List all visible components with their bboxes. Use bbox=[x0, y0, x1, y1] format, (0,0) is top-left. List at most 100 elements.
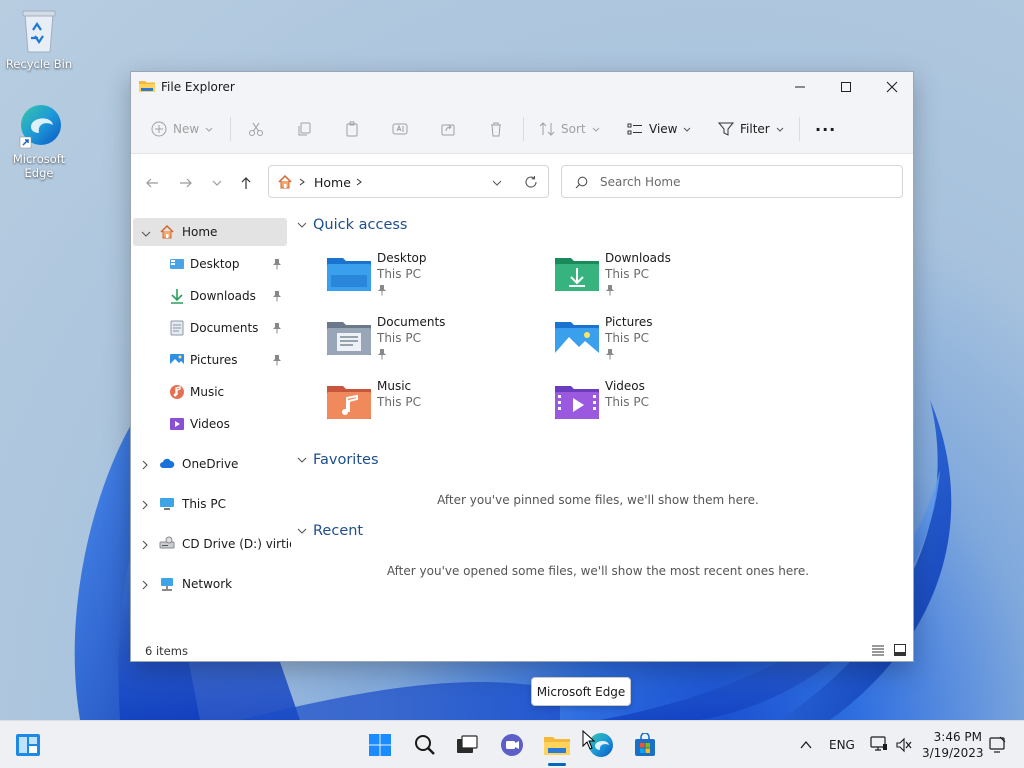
store-icon bbox=[635, 733, 655, 756]
documents-folder-icon bbox=[327, 319, 371, 355]
chevron-up-icon[interactable] bbox=[800, 740, 812, 750]
separator bbox=[230, 117, 231, 141]
details-view-icon[interactable] bbox=[871, 643, 885, 657]
sidebar-item-music[interactable]: Music bbox=[133, 378, 287, 406]
tiles-view-icon[interactable] bbox=[893, 643, 907, 657]
refresh-icon[interactable] bbox=[524, 175, 538, 189]
file-explorer-taskbar-button[interactable] bbox=[543, 731, 571, 759]
downloads-folder-icon bbox=[169, 288, 185, 307]
search-input[interactable] bbox=[600, 173, 890, 191]
pin-icon bbox=[377, 348, 387, 363]
view-button[interactable]: View bbox=[627, 116, 691, 142]
search-taskbar-button[interactable] bbox=[411, 731, 439, 759]
rename-button[interactable] bbox=[392, 116, 408, 142]
chat-button[interactable] bbox=[498, 731, 526, 759]
file-explorer-window: File Explorer New Sort View Filter ··· H… bbox=[130, 71, 914, 662]
sidebar-item-documents[interactable]: Documents bbox=[133, 314, 287, 342]
sidebar-item-videos[interactable]: Videos bbox=[133, 410, 287, 438]
sidebar-item-label: CD Drive (D:) virtio-win bbox=[182, 537, 291, 551]
sidebar-item-cddrive[interactable]: CD Drive (D:) virtio-win bbox=[133, 530, 291, 558]
edge-icon bbox=[17, 103, 61, 149]
back-button[interactable] bbox=[141, 172, 163, 194]
pictures-folder-icon bbox=[555, 319, 599, 355]
quick-access-tile[interactable]: Documents This PC bbox=[327, 313, 547, 369]
window-title: File Explorer bbox=[161, 80, 235, 94]
navigation-pane: Home Desktop Downloads Documents Picture… bbox=[131, 209, 291, 637]
quick-access-tile[interactable]: Desktop This PC bbox=[327, 249, 547, 305]
close-button[interactable] bbox=[869, 72, 915, 102]
maximize-button[interactable] bbox=[823, 72, 869, 102]
pin-icon bbox=[605, 348, 615, 363]
music-folder-icon bbox=[169, 384, 185, 403]
chevron-right-icon[interactable] bbox=[141, 499, 149, 513]
search-box[interactable] bbox=[561, 165, 903, 198]
clock-date[interactable]: 3/19/2023 bbox=[922, 746, 984, 760]
new-button[interactable]: New bbox=[151, 116, 213, 142]
pin-icon bbox=[272, 258, 282, 273]
volume-muted-icon[interactable] bbox=[896, 737, 912, 753]
widgets-button[interactable] bbox=[14, 731, 42, 759]
videos-folder-icon bbox=[555, 383, 599, 419]
chevron-right-icon[interactable] bbox=[141, 459, 149, 473]
tile-location: This PC bbox=[377, 395, 421, 409]
taskbar: ENG 3:46 PM 3/19/2023 bbox=[0, 720, 1024, 768]
network-icon[interactable] bbox=[870, 736, 888, 752]
delete-button[interactable] bbox=[488, 116, 504, 142]
sidebar-item-home[interactable]: Home bbox=[133, 218, 287, 246]
quick-access-tile[interactable]: Downloads This PC bbox=[555, 249, 775, 305]
paste-button[interactable] bbox=[344, 116, 360, 142]
start-button[interactable] bbox=[366, 731, 394, 759]
sort-icon bbox=[539, 122, 555, 136]
recent-heading[interactable]: Recent bbox=[297, 523, 363, 539]
chevron-right-icon[interactable] bbox=[141, 579, 149, 593]
chevron-down-icon bbox=[205, 127, 213, 132]
copy-button[interactable] bbox=[296, 116, 312, 142]
sidebar-item-desktop[interactable]: Desktop bbox=[133, 250, 287, 278]
home-icon bbox=[278, 174, 292, 189]
language-indicator[interactable]: ENG bbox=[829, 738, 855, 752]
task-view-button[interactable] bbox=[453, 731, 481, 759]
up-button[interactable] bbox=[235, 172, 257, 194]
separator bbox=[799, 117, 800, 141]
downloads-folder-icon bbox=[555, 255, 599, 291]
favorites-heading[interactable]: Favorites bbox=[297, 452, 379, 468]
sidebar-item-pictures[interactable]: Pictures bbox=[133, 346, 287, 374]
more-options-button[interactable]: ··· bbox=[815, 116, 836, 142]
scissors-icon bbox=[249, 122, 263, 136]
tile-location: This PC bbox=[377, 267, 421, 281]
store-taskbar-button[interactable] bbox=[631, 731, 659, 759]
notifications-icon[interactable] bbox=[988, 736, 1006, 754]
maximize-icon bbox=[841, 82, 851, 92]
quick-access-tile[interactable]: Music This PC bbox=[327, 377, 547, 433]
breadcrumb-home[interactable]: Home bbox=[314, 175, 351, 190]
chevron-right-icon[interactable] bbox=[141, 539, 149, 553]
sidebar-item-downloads[interactable]: Downloads bbox=[133, 282, 287, 310]
filter-button[interactable]: Filter bbox=[718, 116, 784, 142]
chevron-down-icon[interactable] bbox=[141, 227, 151, 241]
quick-access-heading[interactable]: Quick access bbox=[297, 217, 407, 233]
view-label: View bbox=[649, 122, 678, 136]
clock-time[interactable]: 3:46 PM bbox=[930, 730, 982, 744]
address-dropdown-icon[interactable] bbox=[492, 178, 502, 188]
desktop-icon-recycle-bin[interactable]: Recycle Bin bbox=[4, 8, 74, 71]
desktop-folder-icon bbox=[327, 255, 371, 291]
documents-folder-icon bbox=[169, 320, 185, 339]
quick-access-tile[interactable]: Pictures This PC bbox=[555, 313, 775, 369]
desktop-icon-edge[interactable]: Microsoft Edge bbox=[4, 103, 74, 180]
quick-access-tile[interactable]: Videos This PC bbox=[555, 377, 775, 433]
address-bar[interactable]: Home bbox=[268, 165, 549, 198]
recent-locations-button[interactable] bbox=[206, 172, 228, 194]
title-bar[interactable]: File Explorer bbox=[131, 72, 913, 104]
minimize-button[interactable] bbox=[777, 72, 823, 102]
mouse-cursor-icon bbox=[582, 730, 596, 750]
forward-button[interactable] bbox=[175, 172, 197, 194]
sidebar-item-label: OneDrive bbox=[182, 457, 239, 471]
cut-button[interactable] bbox=[248, 116, 264, 142]
sidebar-item-network[interactable]: Network bbox=[133, 570, 287, 598]
share-button[interactable] bbox=[440, 116, 456, 142]
chevron-right-icon[interactable] bbox=[355, 178, 363, 186]
sort-button[interactable]: Sort bbox=[539, 116, 600, 142]
sidebar-item-onedrive[interactable]: OneDrive bbox=[133, 450, 287, 478]
tile-name: Downloads bbox=[605, 251, 671, 265]
sidebar-item-thispc[interactable]: This PC bbox=[133, 490, 287, 518]
